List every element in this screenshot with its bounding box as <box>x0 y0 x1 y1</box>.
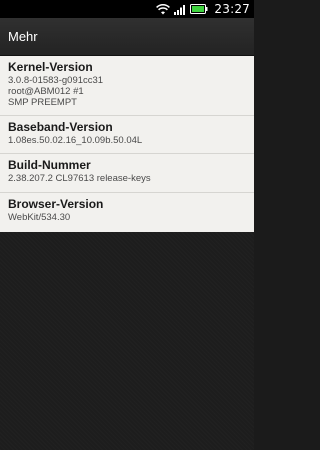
browser-version-title: Browser-Version <box>8 197 104 211</box>
kernel-version-line-1: 3.0.8-01583-g091cc31 <box>8 75 104 86</box>
browser-version-value: WebKit/534.30 <box>8 212 71 223</box>
status-time: 23:27 <box>214 2 250 16</box>
kernel-version-line-3: SMP PREEMPT <box>8 97 77 108</box>
build-number-value: 2.38.207.2 CL97613 release-keys <box>8 173 151 184</box>
kernel-version-line-2: root@ABM012 #1 <box>8 86 84 97</box>
status-bar: 23:27 <box>0 0 254 18</box>
baseband-version-item[interactable]: Baseband-Version 1.08es.50.02.16_10.09b.… <box>0 116 254 154</box>
signal-icon <box>174 4 186 15</box>
info-list: Kernel-Version 3.0.8-01583-g091cc31 root… <box>0 56 254 232</box>
title-bar: Mehr <box>0 18 254 56</box>
page-title: Mehr <box>8 29 38 44</box>
build-number-title: Build-Nummer <box>8 158 91 172</box>
screen: 23:27 Mehr Kernel-Version 3.0.8-01583-g0… <box>0 0 254 450</box>
baseband-version-title: Baseband-Version <box>8 120 113 134</box>
baseband-version-value: 1.08es.50.02.16_10.09b.50.04L <box>8 135 143 146</box>
battery-icon <box>190 4 208 14</box>
browser-version-item[interactable]: Browser-Version WebKit/534.30 <box>0 193 254 232</box>
build-number-item[interactable]: Build-Nummer 2.38.207.2 CL97613 release-… <box>0 154 254 193</box>
wifi-icon <box>156 3 171 15</box>
kernel-version-title: Kernel-Version <box>8 60 93 74</box>
kernel-version-item[interactable]: Kernel-Version 3.0.8-01583-g091cc31 root… <box>0 56 254 116</box>
